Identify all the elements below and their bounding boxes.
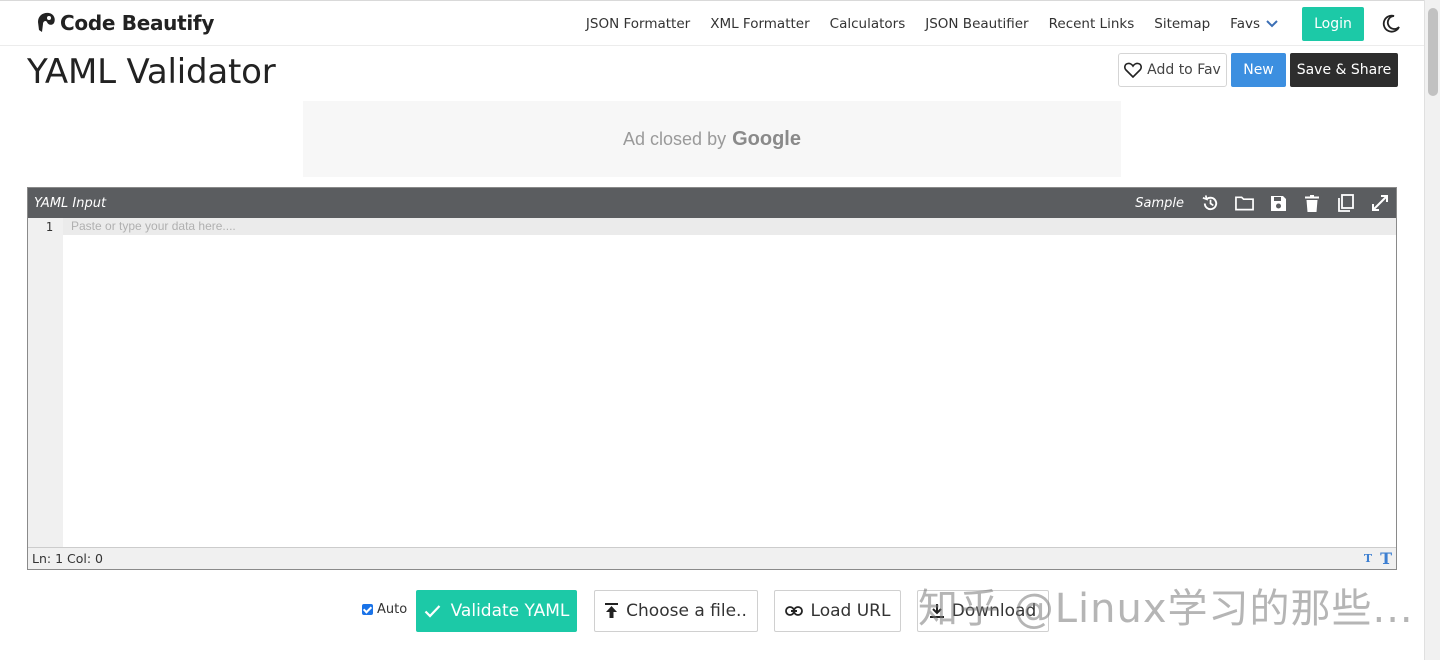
- expand-icon[interactable]: [1370, 193, 1390, 213]
- nav-link-json-formatter[interactable]: JSON Formatter: [586, 16, 690, 32]
- check-icon: [424, 605, 440, 618]
- auto-label: Auto: [377, 602, 408, 617]
- cursor-position: Ln: 1 Col: 0: [32, 551, 103, 566]
- active-line-highlight: [63, 218, 1396, 235]
- copy-icon[interactable]: [1336, 193, 1356, 213]
- editor-toolbar: Sample: [1135, 188, 1390, 218]
- editor-status-bar: Ln: 1 Col: 0 T T: [28, 547, 1396, 569]
- sample-link[interactable]: Sample: [1135, 196, 1184, 211]
- nav-link-xml-formatter[interactable]: XML Formatter: [710, 16, 809, 32]
- brand-name: Code Beautify: [60, 11, 215, 35]
- nav-favs-dropdown[interactable]: Favs: [1230, 16, 1278, 32]
- trash-icon[interactable]: [1302, 193, 1322, 213]
- validate-yaml-button[interactable]: Validate YAML: [416, 590, 577, 632]
- chevron-down-icon: [1266, 20, 1278, 28]
- watermark-text: 知乎 @Linux学习的那些...: [918, 586, 1414, 632]
- new-button[interactable]: New: [1231, 53, 1286, 87]
- history-icon[interactable]: [1200, 193, 1220, 213]
- add-to-fav-label: Add to Fav: [1147, 62, 1221, 78]
- choose-file-button[interactable]: Choose a file..: [594, 590, 758, 632]
- page-title: YAML Validator: [27, 52, 276, 92]
- add-to-fav-button[interactable]: Add to Fav: [1118, 53, 1227, 87]
- page-scrollbar[interactable]: [1424, 0, 1440, 660]
- load-url-label: Load URL: [810, 601, 891, 621]
- save-share-button[interactable]: Save & Share: [1290, 53, 1398, 87]
- auto-toggle[interactable]: Auto: [362, 602, 407, 617]
- validate-yaml-label: Validate YAML: [450, 601, 570, 621]
- line-number-gutter: 1: [28, 218, 63, 548]
- nav-link-json-beautifier[interactable]: JSON Beautifier: [925, 16, 1028, 32]
- link-icon: [784, 606, 803, 616]
- choose-file-label: Choose a file..: [626, 601, 747, 621]
- editor-header: YAML Input Sample: [28, 188, 1396, 218]
- save-icon[interactable]: [1268, 193, 1288, 213]
- editor-title: YAML Input: [34, 196, 107, 211]
- top-navbar: Code Beautify JSON Formatter XML Formatt…: [0, 0, 1424, 46]
- scrollbar-thumb[interactable]: [1428, 8, 1438, 96]
- nav-links: JSON Formatter XML Formatter Calculators…: [566, 1, 1278, 47]
- nav-link-sitemap[interactable]: Sitemap: [1154, 16, 1210, 32]
- load-url-button[interactable]: Load URL: [774, 590, 901, 632]
- line-number: 1: [45, 220, 53, 234]
- ad-brand: Google: [732, 127, 801, 150]
- editor-placeholder[interactable]: Paste or type your data here....: [71, 219, 236, 233]
- logo-icon: [38, 12, 55, 32]
- brand-logo[interactable]: Code Beautify: [34, 10, 214, 36]
- heart-icon: [1124, 62, 1143, 78]
- ad-text: Ad closed by: [623, 128, 727, 149]
- nav-link-recent-links[interactable]: Recent Links: [1049, 16, 1135, 32]
- font-size-controls: T T: [1364, 549, 1392, 568]
- moon-icon[interactable]: [1380, 13, 1402, 35]
- login-button[interactable]: Login: [1302, 7, 1364, 41]
- font-decrease-icon[interactable]: T: [1364, 552, 1372, 565]
- auto-checkbox[interactable]: [362, 604, 373, 615]
- yaml-input-editor: YAML Input Sample 1 Paste or type your d…: [27, 187, 1397, 570]
- nav-favs-label: Favs: [1230, 16, 1260, 32]
- upload-icon: [605, 603, 619, 618]
- folder-icon[interactable]: [1234, 193, 1254, 213]
- ad-placeholder: Ad closed by Google: [303, 101, 1121, 177]
- font-increase-icon[interactable]: T: [1380, 549, 1392, 568]
- nav-link-calculators[interactable]: Calculators: [830, 16, 906, 32]
